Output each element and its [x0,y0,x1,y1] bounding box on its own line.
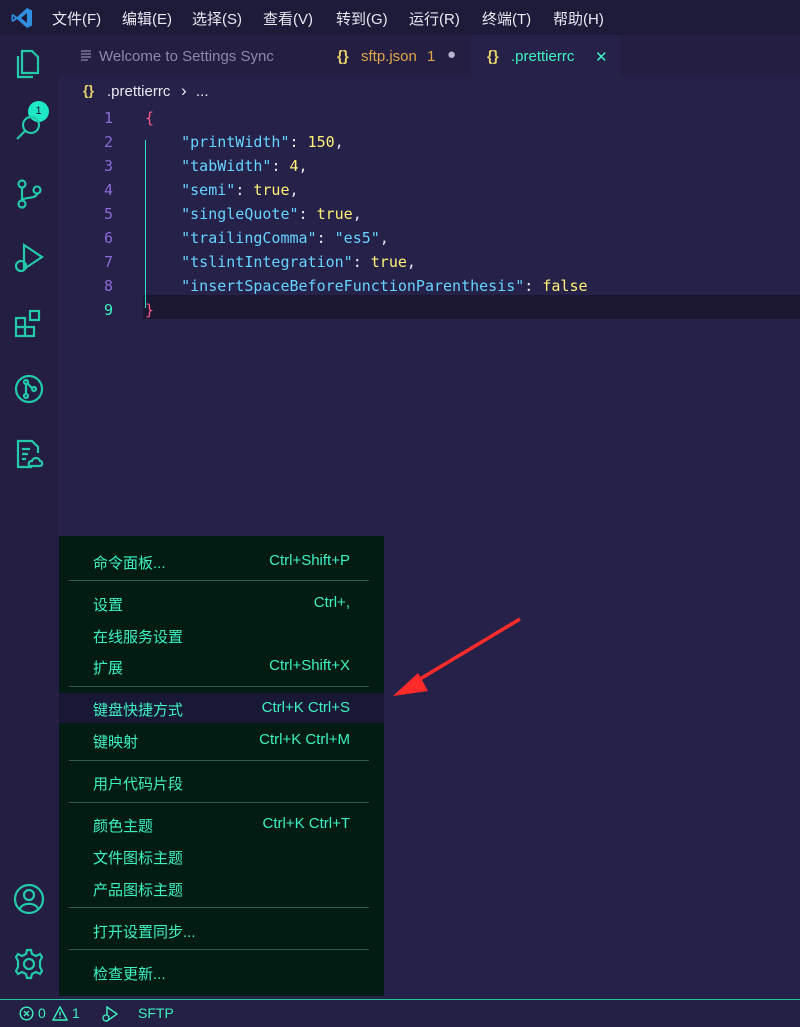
errors-count[interactable]: 0 [38,1005,46,1021]
warning-icon [52,1006,68,1021]
status-bar: 0 1 SFTP [0,999,800,1027]
error-icon [19,1006,34,1021]
sftp-status[interactable]: SFTP [138,1005,174,1021]
annotation-arrow-icon [393,617,521,696]
remote-run-icon [102,1006,119,1022]
warnings-count[interactable]: 1 [72,1005,80,1021]
